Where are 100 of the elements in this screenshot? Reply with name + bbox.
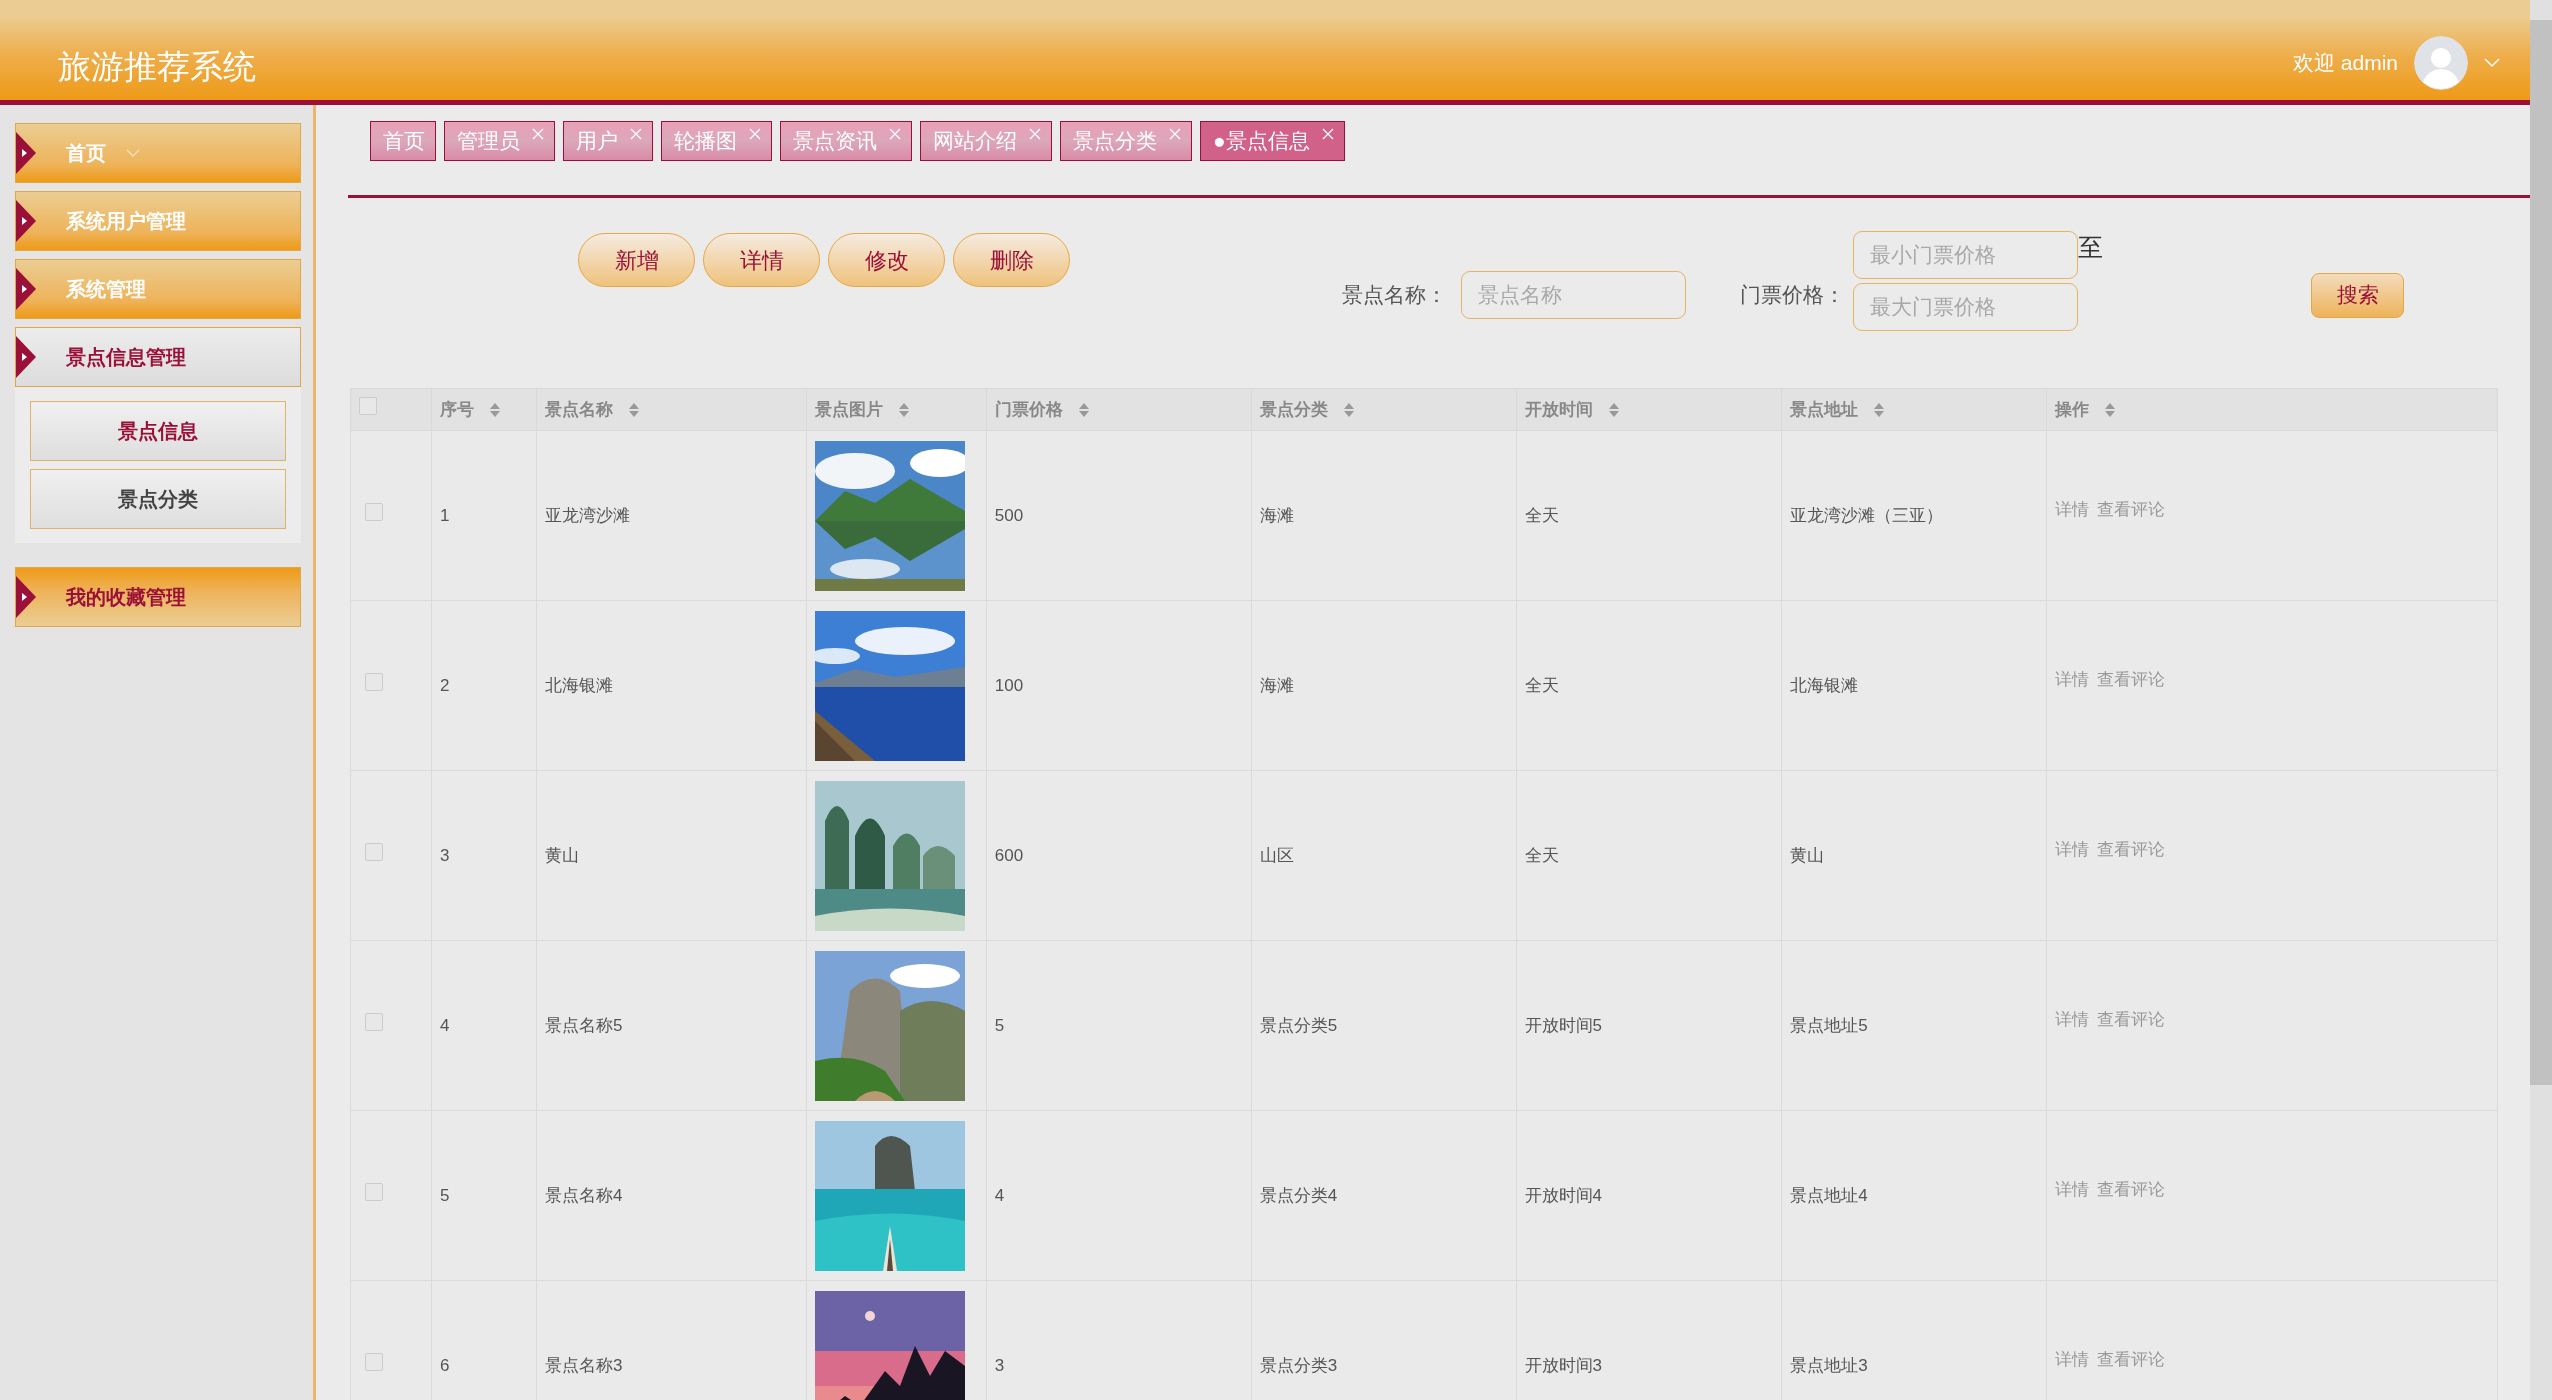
table-cell: 全天 bbox=[1524, 675, 1559, 695]
triangle-icon bbox=[16, 268, 36, 310]
table-cell: 北海银滩 bbox=[544, 675, 613, 695]
name-field[interactable]: 景点名称 bbox=[1461, 271, 1686, 319]
field-label: 景点名称： bbox=[1342, 282, 1447, 309]
tab-label: 景点分类 bbox=[1073, 128, 1157, 155]
action-link[interactable]: 详情 bbox=[2055, 666, 2090, 693]
table-cell: 景点名称3 bbox=[544, 1355, 623, 1375]
select-all-checkbox[interactable] bbox=[359, 396, 377, 415]
close-icon[interactable] bbox=[1321, 128, 1334, 140]
row-checkbox[interactable] bbox=[365, 672, 383, 691]
action-link[interactable]: 查看评论 bbox=[2097, 836, 2166, 863]
menu-label: 景点信息管理 bbox=[66, 345, 186, 370]
sort-icon[interactable] bbox=[1608, 402, 1619, 417]
table-cell: 山区 bbox=[1259, 845, 1294, 865]
tab[interactable]: 景点资讯 bbox=[780, 121, 912, 161]
range-separator: 至 bbox=[2078, 232, 2103, 263]
tab[interactable]: 轮播图 bbox=[661, 121, 772, 161]
tab-label: 景点资讯 bbox=[793, 128, 877, 155]
toolbar-button[interactable]: 修改 bbox=[828, 233, 945, 287]
sidebar-item[interactable]: 首页 bbox=[15, 123, 301, 183]
action-link[interactable]: 查看评论 bbox=[2097, 666, 2166, 693]
menu-label: 系统用户管理 bbox=[66, 209, 186, 234]
tab[interactable]: 景点分类 bbox=[1060, 121, 1192, 161]
table-cell: 600 bbox=[994, 845, 1024, 865]
table-cell: 亚龙湾沙滩（三亚） bbox=[1790, 505, 1944, 525]
tab[interactable]: 网站介绍 bbox=[920, 121, 1052, 161]
action-link[interactable]: 详情 bbox=[2055, 1346, 2090, 1373]
row-checkbox[interactable] bbox=[365, 1182, 383, 1201]
close-icon[interactable] bbox=[532, 128, 544, 140]
menu-label: 首页 bbox=[66, 141, 106, 166]
tab-label: 网站介绍 bbox=[933, 128, 1017, 155]
avatar-icon[interactable] bbox=[2414, 36, 2468, 90]
column-header: 操作 bbox=[2055, 398, 2090, 421]
search-button[interactable]: 搜索 bbox=[2311, 272, 2404, 318]
sort-icon[interactable] bbox=[898, 402, 909, 417]
tab[interactable]: 管理员 bbox=[444, 121, 555, 161]
action-link[interactable]: 详情 bbox=[2055, 836, 2090, 863]
submenu-item[interactable]: 景点分类 bbox=[30, 469, 286, 529]
close-icon[interactable] bbox=[889, 128, 901, 140]
row-checkbox[interactable] bbox=[365, 842, 383, 861]
table-cell: 景点名称5 bbox=[544, 1015, 623, 1035]
action-link[interactable]: 查看评论 bbox=[2097, 496, 2166, 523]
scrollbar[interactable] bbox=[2530, 0, 2552, 1400]
triangle-icon bbox=[16, 576, 36, 618]
chevron-down-icon[interactable] bbox=[2484, 58, 2500, 68]
close-icon[interactable] bbox=[1029, 128, 1041, 140]
welcome-text: 欢迎 admin bbox=[2292, 50, 2398, 77]
action-link[interactable]: 详情 bbox=[2055, 1176, 2090, 1203]
column-header: 景点分类 bbox=[1259, 398, 1328, 421]
sort-icon[interactable] bbox=[489, 402, 500, 417]
min-price-field[interactable]: 最小门票价格 bbox=[1853, 231, 2078, 279]
triangle-icon bbox=[16, 132, 36, 174]
sort-icon[interactable] bbox=[628, 402, 639, 417]
table-cell: 4 bbox=[439, 1015, 450, 1035]
table-cell: 景点地址3 bbox=[1790, 1355, 1868, 1375]
tab[interactable]: 首页 bbox=[370, 121, 436, 161]
table-cell: 1 bbox=[439, 505, 450, 525]
action-link[interactable]: 详情 bbox=[2055, 496, 2090, 523]
column-header: 景点地址 bbox=[1790, 398, 1859, 421]
sort-icon[interactable] bbox=[2105, 402, 2116, 417]
tab[interactable]: 用户 bbox=[563, 121, 653, 161]
action-link[interactable]: 查看评论 bbox=[2097, 1176, 2166, 1203]
sort-icon[interactable] bbox=[1343, 402, 1354, 417]
toolbar-button[interactable]: 删除 bbox=[953, 233, 1070, 287]
table-cell: 景点分类3 bbox=[1259, 1355, 1338, 1375]
tab-label: 首页 bbox=[383, 128, 425, 155]
max-price-field[interactable]: 最大门票价格 bbox=[1853, 283, 2078, 331]
column-header: 门票价格 bbox=[994, 398, 1063, 421]
column-header: 景点名称 bbox=[544, 398, 613, 421]
table-cell: 景点名称4 bbox=[544, 1185, 623, 1205]
row-checkbox[interactable] bbox=[365, 502, 383, 521]
sidebar-item[interactable]: 景点信息管理 bbox=[15, 327, 301, 387]
toolbar-button[interactable]: 新增 bbox=[578, 233, 695, 287]
action-link[interactable]: 查看评论 bbox=[2097, 1006, 2166, 1033]
table-cell: 景点分类5 bbox=[1259, 1015, 1338, 1035]
triangle-icon bbox=[16, 336, 36, 378]
table-cell: 黄山 bbox=[1790, 845, 1825, 865]
action-link[interactable]: 查看评论 bbox=[2097, 1346, 2166, 1373]
close-icon[interactable] bbox=[749, 128, 761, 140]
action-link[interactable]: 详情 bbox=[2055, 1006, 2090, 1033]
toolbar-button[interactable]: 详情 bbox=[703, 233, 820, 287]
table-cell: 开放时间5 bbox=[1524, 1015, 1602, 1035]
table-cell: 黄山 bbox=[544, 845, 579, 865]
row-checkbox[interactable] bbox=[365, 1012, 383, 1031]
sidebar-item[interactable]: 系统管理 bbox=[15, 259, 301, 319]
field-label: 门票价格： bbox=[1740, 282, 1845, 309]
tab[interactable]: ●景点信息 bbox=[1200, 121, 1345, 161]
table-cell: 500 bbox=[994, 505, 1024, 525]
sidebar-item[interactable]: 我的收藏管理 bbox=[15, 567, 301, 627]
scrollbar-thumb[interactable] bbox=[2530, 20, 2552, 1085]
tab-label: 用户 bbox=[576, 128, 618, 155]
submenu-item[interactable]: 景点信息 bbox=[30, 401, 286, 461]
sort-icon[interactable] bbox=[1078, 402, 1089, 417]
close-icon[interactable] bbox=[630, 128, 642, 140]
sidebar-item[interactable]: 系统用户管理 bbox=[15, 191, 301, 251]
sort-icon[interactable] bbox=[1874, 402, 1885, 417]
close-icon[interactable] bbox=[1169, 128, 1181, 140]
row-checkbox[interactable] bbox=[365, 1352, 383, 1371]
table-cell: 亚龙湾沙滩 bbox=[544, 505, 630, 525]
